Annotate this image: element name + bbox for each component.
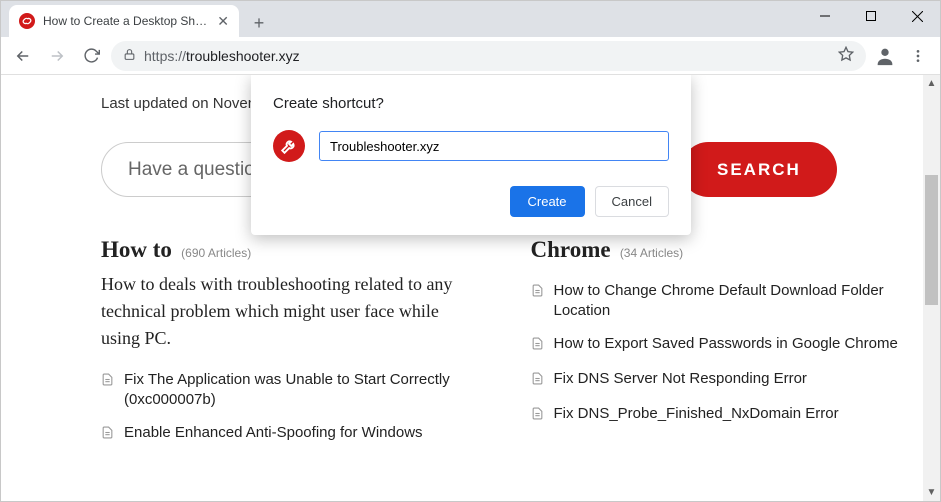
close-tab-icon[interactable]: ✕: [217, 13, 229, 30]
url-text: https://troubleshooter.xyz: [144, 48, 300, 64]
search-button[interactable]: SEARCH: [681, 142, 837, 197]
bookmark-star-icon[interactable]: [838, 46, 854, 65]
article-link: Enable Enhanced Anti-Spoofing for Window…: [124, 423, 423, 443]
window-controls: [802, 1, 940, 31]
list-item[interactable]: Fix DNS_Probe_Finished_NxDomain Error: [531, 404, 911, 427]
chrome-count: (34 Articles): [620, 246, 683, 260]
document-icon: [531, 406, 544, 427]
reload-button[interactable]: [77, 42, 105, 70]
howto-count: (690 Articles): [181, 246, 251, 260]
lock-icon: [123, 48, 136, 64]
forward-button[interactable]: [43, 42, 71, 70]
document-icon: [531, 371, 544, 392]
maximize-button[interactable]: [848, 1, 894, 31]
chrome-column: Chrome (34 Articles) How to Change Chrom…: [531, 237, 911, 458]
list-item[interactable]: How to Export Saved Passwords in Google …: [531, 334, 911, 357]
scrollbar-track[interactable]: ▲ ▼: [923, 75, 940, 501]
article-link: Fix DNS_Probe_Finished_NxDomain Error: [554, 404, 839, 424]
howto-description: How to deals with troubleshooting relate…: [101, 271, 481, 352]
back-button[interactable]: [9, 42, 37, 70]
browser-titlebar: How to Create a Desktop Shortcu ✕ +: [1, 1, 940, 37]
browser-tab[interactable]: How to Create a Desktop Shortcu ✕: [9, 5, 239, 37]
list-item[interactable]: Fix DNS Server Not Responding Error: [531, 369, 911, 392]
scrollbar-thumb[interactable]: [925, 175, 938, 305]
scroll-down-arrow-icon[interactable]: ▼: [923, 484, 940, 501]
list-item[interactable]: How to Change Chrome Default Download Fo…: [531, 281, 911, 322]
article-link: How to Change Chrome Default Download Fo…: [554, 281, 911, 322]
document-icon: [101, 372, 114, 393]
howto-heading: How to: [101, 237, 172, 262]
dialog-title: Create shortcut?: [273, 95, 669, 112]
document-icon: [531, 336, 544, 357]
menu-button[interactable]: [904, 42, 932, 70]
scroll-up-arrow-icon[interactable]: ▲: [923, 75, 940, 92]
list-item[interactable]: Fix The Application was Unable to Start …: [101, 370, 481, 411]
article-link: How to Export Saved Passwords in Google …: [554, 334, 898, 354]
address-bar[interactable]: https://troubleshooter.xyz: [111, 41, 866, 71]
content-area: Last updated on November Have a question…: [1, 75, 940, 501]
profile-avatar-icon[interactable]: [872, 43, 898, 69]
chrome-heading: Chrome: [531, 237, 611, 262]
howto-column: How to (690 Articles) How to deals with …: [101, 237, 481, 458]
new-tab-button[interactable]: +: [245, 9, 273, 37]
create-shortcut-dialog: Create shortcut? Create Cancel: [251, 75, 691, 235]
shortcut-name-input[interactable]: [319, 131, 669, 161]
document-icon: [101, 425, 114, 446]
cancel-button[interactable]: Cancel: [595, 186, 669, 217]
document-icon: [531, 283, 544, 304]
close-window-button[interactable]: [894, 1, 940, 31]
tab-title: How to Create a Desktop Shortcu: [43, 14, 211, 28]
category-columns: How to (690 Articles) How to deals with …: [101, 237, 910, 458]
wrench-icon: [273, 130, 305, 162]
browser-toolbar: https://troubleshooter.xyz: [1, 37, 940, 75]
create-button[interactable]: Create: [510, 186, 585, 217]
minimize-button[interactable]: [802, 1, 848, 31]
article-link: Fix The Application was Unable to Start …: [124, 370, 481, 411]
site-favicon: [19, 13, 35, 29]
chrome-article-list: How to Change Chrome Default Download Fo…: [531, 281, 911, 427]
howto-article-list: Fix The Application was Unable to Start …: [101, 370, 481, 446]
article-link: Fix DNS Server Not Responding Error: [554, 369, 807, 389]
list-item[interactable]: Enable Enhanced Anti-Spoofing for Window…: [101, 423, 481, 446]
